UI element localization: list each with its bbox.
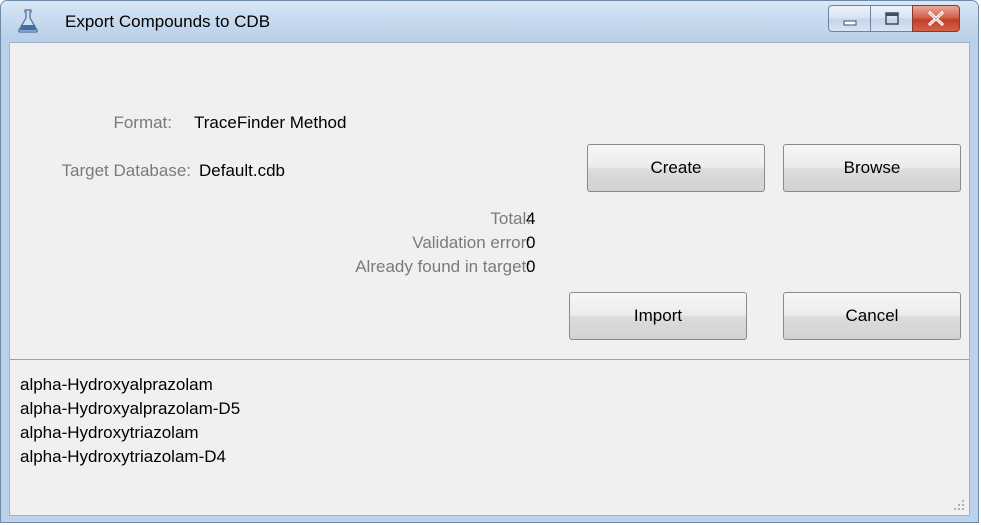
target-database-label: Target Database: [61, 161, 191, 180]
list-item[interactable]: alpha-Hydroxyalprazolam-D5 [20, 397, 240, 421]
list-item[interactable]: alpha-Hydroxytriazolam-D4 [20, 445, 240, 469]
format-label: Format: [113, 113, 172, 132]
close-icon [928, 11, 944, 26]
minimize-button[interactable] [828, 5, 871, 32]
import-button[interactable]: Import [569, 292, 747, 340]
close-button[interactable] [912, 5, 960, 32]
target-database-value: Default.cdb [199, 161, 285, 180]
dialog-body: Format: TraceFinder Method Target Databa… [9, 42, 970, 516]
format-value: TraceFinder Method [194, 113, 347, 132]
already-found-value: 0 [526, 257, 536, 276]
maximize-icon [885, 12, 899, 25]
list-item[interactable]: alpha-Hydroxytriazolam [20, 421, 240, 445]
maximize-button[interactable] [870, 5, 913, 32]
section-divider [10, 359, 969, 360]
cancel-button[interactable]: Cancel [783, 292, 961, 340]
resize-grip-icon[interactable] [951, 497, 965, 511]
already-found-label: Already found in target: [355, 257, 531, 276]
list-item[interactable]: alpha-Hydroxyalprazolam [20, 373, 240, 397]
validation-error-value: 0 [526, 233, 536, 252]
flask-icon [18, 9, 38, 33]
window-controls [828, 5, 960, 32]
compound-list[interactable]: alpha-Hydroxyalprazolam alpha-Hydroxyalp… [20, 373, 240, 469]
title-bar[interactable]: Export Compounds to CDB [1, 1, 978, 42]
total-label: Total: [490, 209, 531, 228]
total-value: 4 [526, 209, 536, 228]
create-button[interactable]: Create [587, 144, 765, 192]
export-compounds-dialog: Export Compounds to CDB Format: TraceFin… [0, 0, 979, 523]
validation-error-label: Validation error: [412, 233, 531, 252]
browse-button[interactable]: Browse [783, 144, 961, 192]
window-title: Export Compounds to CDB [65, 12, 271, 31]
minimize-icon [843, 20, 857, 26]
